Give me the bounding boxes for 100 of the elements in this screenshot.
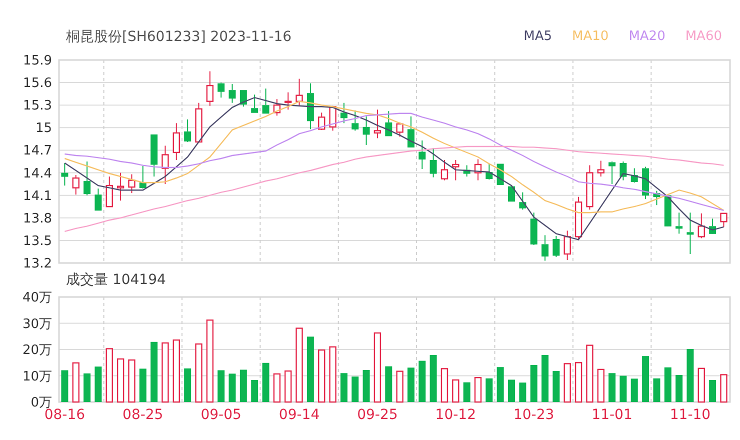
candlestick bbox=[106, 176, 113, 208]
volume-bar bbox=[150, 342, 158, 402]
volume-bar bbox=[84, 373, 91, 402]
volume-bar bbox=[262, 362, 270, 402]
volume-bar bbox=[306, 336, 314, 402]
candlestick bbox=[709, 218, 716, 234]
candlestick bbox=[630, 168, 638, 184]
volume-bar bbox=[162, 342, 169, 403]
volume-bar bbox=[184, 368, 192, 402]
volume-bar bbox=[228, 374, 236, 402]
volume-bar bbox=[374, 332, 382, 403]
candlestick bbox=[139, 166, 146, 190]
volume-bar bbox=[519, 382, 526, 402]
volume-bar bbox=[418, 360, 426, 402]
candlestick bbox=[463, 164, 470, 178]
legend-item: MA60 bbox=[685, 28, 722, 46]
volume-bar bbox=[318, 349, 326, 403]
candlestick bbox=[620, 161, 627, 181]
legend-item: MA5 bbox=[524, 28, 552, 46]
candlestick bbox=[162, 145, 169, 185]
candlestick bbox=[84, 161, 91, 196]
volume-bar bbox=[94, 366, 102, 402]
volume-bar bbox=[630, 378, 638, 402]
volume-bar bbox=[608, 373, 616, 402]
volume-bar bbox=[116, 358, 124, 403]
volume-bar bbox=[552, 371, 560, 402]
volume-bar bbox=[676, 374, 683, 402]
candlestick bbox=[676, 212, 683, 234]
candlestick bbox=[306, 82, 314, 130]
axis-label: 20万 bbox=[22, 343, 52, 358]
date-label: 10-12 bbox=[435, 407, 476, 423]
candlestick bbox=[430, 147, 437, 178]
candlestick bbox=[664, 194, 672, 227]
volume-bar bbox=[396, 370, 404, 403]
volume-bar bbox=[642, 356, 650, 402]
candlestick bbox=[586, 164, 594, 210]
date-label: 10-23 bbox=[514, 407, 554, 423]
volume-bar bbox=[686, 348, 694, 402]
volume-bar bbox=[61, 370, 68, 402]
axis-label: 15.9 bbox=[23, 54, 52, 68]
volume-bar bbox=[496, 367, 504, 402]
candlestick bbox=[407, 116, 414, 148]
candlestick bbox=[195, 102, 202, 143]
volume-title: 成交量 104194 bbox=[66, 271, 166, 289]
date-label: 08-16 bbox=[44, 407, 86, 423]
candlestick bbox=[184, 118, 192, 142]
candlestick bbox=[698, 212, 705, 239]
candlestick bbox=[318, 112, 326, 130]
candlestick bbox=[530, 212, 538, 246]
volume-bar bbox=[586, 344, 594, 403]
candlestick bbox=[452, 160, 460, 181]
chart-title: 桐昆股份[SH601233] 2023-11-16 bbox=[66, 28, 292, 46]
candlestick bbox=[653, 190, 660, 206]
candlestick bbox=[128, 174, 136, 194]
axis-label: 15 bbox=[35, 121, 52, 136]
candlestick bbox=[564, 230, 571, 260]
candlestick bbox=[686, 212, 694, 254]
legend-item: MA10 bbox=[572, 28, 609, 46]
volume-bar bbox=[240, 370, 247, 402]
volume-bar bbox=[508, 380, 515, 402]
date-label: 08-25 bbox=[122, 407, 164, 423]
axis-label: 15.3 bbox=[23, 98, 52, 114]
candlestick bbox=[352, 110, 359, 132]
candlestick bbox=[597, 160, 604, 178]
volume-bar bbox=[452, 379, 460, 403]
volume-bar bbox=[128, 359, 136, 403]
axis-label: 13.8 bbox=[23, 211, 52, 226]
volume-bar bbox=[720, 374, 728, 403]
candlestick bbox=[362, 116, 370, 146]
candlestick bbox=[418, 140, 426, 170]
volume-bar bbox=[530, 364, 538, 402]
candlestick bbox=[228, 84, 236, 104]
volume-bar bbox=[597, 368, 604, 403]
candlestick bbox=[172, 122, 180, 160]
volume-bar bbox=[463, 382, 470, 402]
candlestick bbox=[542, 234, 548, 262]
axis-label: 40万 bbox=[22, 290, 52, 306]
volume-bar bbox=[664, 367, 672, 402]
candlestick bbox=[251, 94, 258, 113]
candlestick bbox=[273, 98, 281, 116]
axis-label: 14.7 bbox=[23, 144, 52, 159]
candlestick bbox=[72, 174, 80, 196]
volume-bar bbox=[362, 370, 370, 402]
date-label: 09-25 bbox=[357, 407, 398, 423]
volume-bar bbox=[542, 355, 548, 402]
candlestick bbox=[396, 122, 404, 138]
volume-bar bbox=[172, 339, 180, 403]
candlestick bbox=[552, 235, 560, 258]
volume-bar bbox=[698, 368, 705, 403]
candlestick bbox=[116, 172, 124, 202]
volume-bar bbox=[72, 362, 80, 403]
volume-bar bbox=[340, 373, 348, 402]
date-label: 11-10 bbox=[670, 407, 711, 423]
candlestick bbox=[720, 212, 728, 228]
candlestick bbox=[474, 158, 482, 181]
candlestick bbox=[94, 188, 102, 211]
date-label: 11-01 bbox=[592, 407, 632, 423]
volume-bar bbox=[385, 366, 392, 402]
volume-bar bbox=[486, 378, 493, 402]
candlestick bbox=[296, 78, 303, 106]
